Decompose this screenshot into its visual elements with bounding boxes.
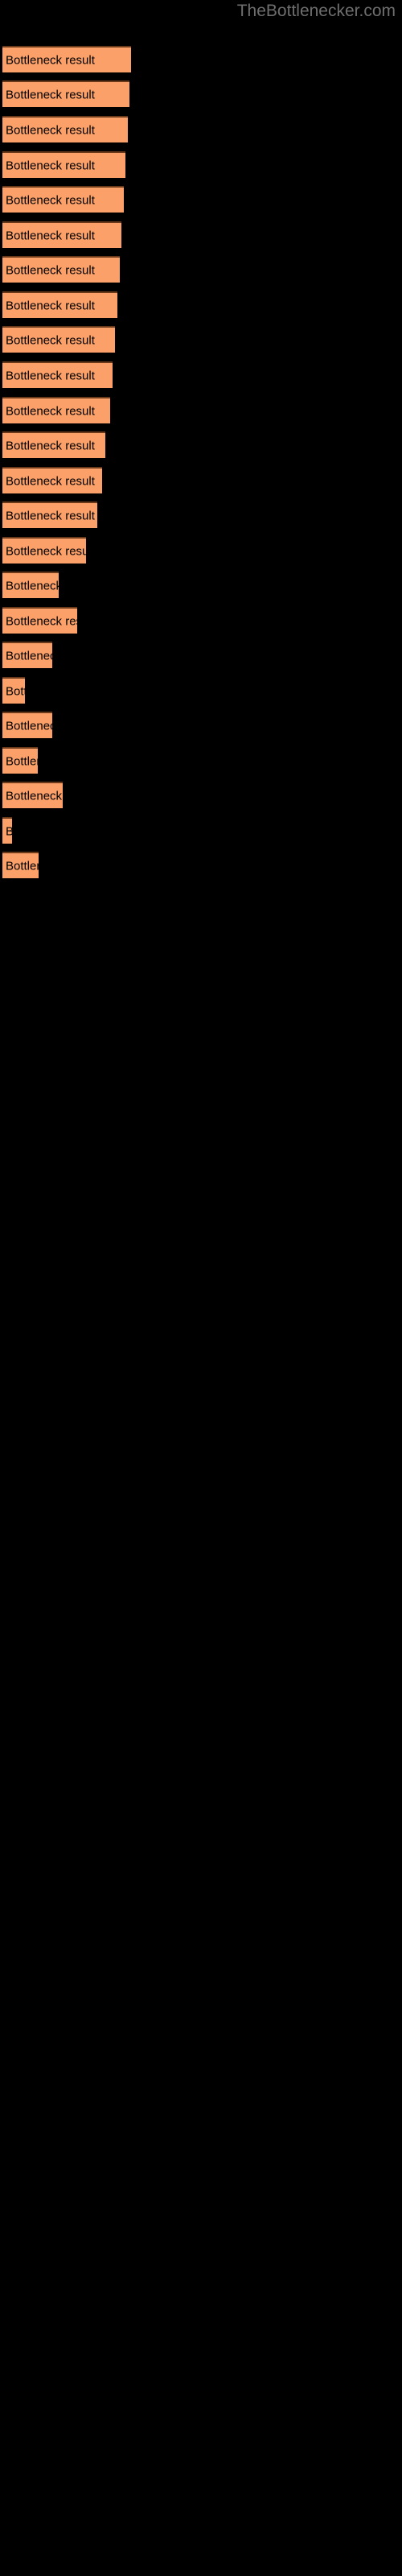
bar-row: Bottleneck result — [0, 712, 402, 738]
bar-label: Bottleneck result — [6, 229, 95, 242]
bar-label: Bottleneck result — [6, 474, 95, 488]
bar[interactable]: Bottleneck result — [2, 467, 102, 493]
bar-label: Bottleneck result — [6, 684, 25, 698]
bar-label: Bottleneck result — [6, 544, 86, 558]
bar-row: Bottleneck result — [0, 46, 402, 72]
bar[interactable]: Bottleneck result — [2, 537, 86, 564]
bar-row: Bottleneck result — [0, 467, 402, 493]
bar-label: Bottleneck result — [6, 53, 95, 67]
bar-label: Bottleneck result — [6, 614, 77, 628]
bar-label: Bottleneck result — [6, 88, 95, 101]
bar-row: Bottleneck result — [0, 817, 402, 844]
bar[interactable]: Bottleneck result — [2, 80, 129, 107]
bar-row: Bottleneck result — [0, 256, 402, 283]
bar-row: Bottleneck result — [0, 502, 402, 528]
bar[interactable]: Bottleneck result — [2, 502, 97, 528]
bar-row: Bottleneck result — [0, 80, 402, 107]
bar[interactable]: Bottleneck result — [2, 151, 125, 178]
bar[interactable]: Bottleneck result — [2, 221, 121, 248]
bar-label: Bottleneck result — [6, 369, 95, 382]
bar-row: Bottleneck result — [0, 361, 402, 388]
bar-label: Bottleneck result — [6, 404, 95, 418]
bar-row: Bottleneck result — [0, 677, 402, 704]
bar[interactable]: Bottleneck result — [2, 607, 77, 634]
bar[interactable]: Bottleneck result — [2, 326, 115, 353]
bar-label: Bottleneck result — [6, 824, 12, 838]
bar-label: Bottleneck result — [6, 263, 95, 277]
bar[interactable]: Bottleneck result — [2, 397, 110, 423]
bar-row: Bottleneck result — [0, 151, 402, 178]
bar[interactable]: Bottleneck result — [2, 116, 128, 142]
bar[interactable]: Bottleneck result — [2, 361, 113, 388]
bar-row: Bottleneck result — [0, 431, 402, 458]
bar-row: Bottleneck result — [0, 747, 402, 774]
bar-label: Bottleneck result — [6, 789, 63, 803]
bar[interactable]: Bottleneck result — [2, 712, 52, 738]
bar-row: Bottleneck result — [0, 537, 402, 564]
bar-label: Bottleneck result — [6, 123, 95, 137]
bar-row: Bottleneck result — [0, 782, 402, 808]
bar-label: Bottleneck result — [6, 159, 95, 172]
bar-row: Bottleneck result — [0, 607, 402, 634]
bar-row: Bottleneck result — [0, 291, 402, 318]
bar[interactable]: Bottleneck result — [2, 291, 117, 318]
bar-row: Bottleneck result — [0, 186, 402, 213]
bar[interactable]: Bottleneck result — [2, 642, 52, 668]
bar[interactable]: Bottleneck result — [2, 782, 63, 808]
bar-label: Bottleneck result — [6, 649, 52, 663]
bar[interactable]: Bottleneck result — [2, 186, 124, 213]
bar[interactable]: Bottleneck result — [2, 747, 38, 774]
bar-label: Bottleneck result — [6, 859, 39, 873]
bar[interactable]: Bottleneck result — [2, 572, 59, 598]
bar-label: Bottleneck result — [6, 719, 52, 733]
bar-row: Bottleneck result — [0, 221, 402, 248]
bar-label: Bottleneck result — [6, 193, 95, 207]
bar-row: Bottleneck result — [0, 116, 402, 142]
bar-row: Bottleneck result — [0, 572, 402, 598]
bar-label: Bottleneck result — [6, 439, 95, 452]
bar[interactable]: Bottleneck result — [2, 852, 39, 878]
bar[interactable]: Bottleneck result — [2, 431, 105, 458]
bar[interactable]: Bottleneck result — [2, 817, 12, 844]
bar-row: Bottleneck result — [0, 852, 402, 878]
bar-label: Bottleneck result — [6, 333, 95, 347]
bar-label: Bottleneck result — [6, 509, 95, 522]
bottleneck-bar-chart: Bottleneck result Bottleneck result Bottle… — [0, 0, 402, 2576]
bar-row: Bottleneck result — [0, 642, 402, 668]
bar[interactable]: Bottleneck result — [2, 677, 25, 704]
bar[interactable]: Bottleneck result — [2, 46, 131, 72]
bar-row: Bottleneck result — [0, 326, 402, 353]
bar-label: Bottleneck result — [6, 754, 38, 768]
bar[interactable]: Bottleneck result — [2, 256, 120, 283]
bar-label: Bottleneck result — [6, 579, 59, 592]
bar-label: Bottleneck result — [6, 299, 95, 312]
bar-row: Bottleneck result — [0, 397, 402, 423]
